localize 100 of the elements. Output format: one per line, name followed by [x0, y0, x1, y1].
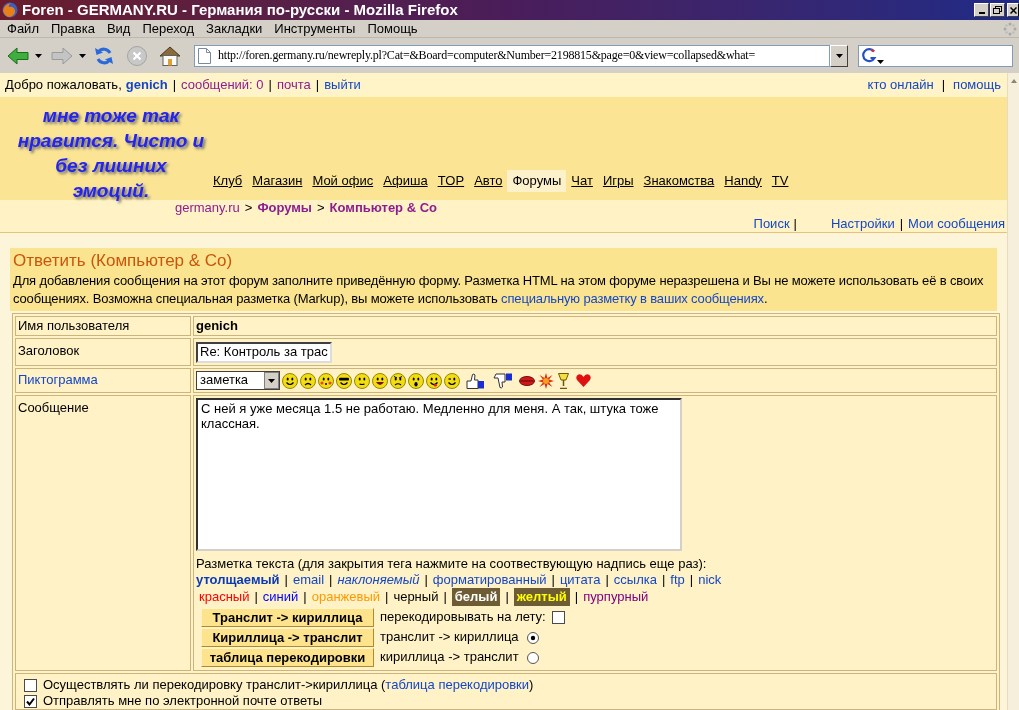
separator: |	[551, 572, 555, 588]
home-icon[interactable]	[159, 45, 181, 66]
angry-face-icon	[390, 372, 406, 389]
back-arrow-icon[interactable]	[7, 45, 29, 66]
menu-item[interactable]: Переход	[136, 19, 201, 38]
close-button[interactable]	[1007, 3, 1019, 17]
search-field[interactable]	[858, 44, 1013, 67]
surprised-face-icon	[408, 372, 424, 389]
markup-tag-link[interactable]: наклоняемый	[337, 572, 420, 588]
nav-tab[interactable]: Чат	[566, 170, 598, 192]
throbber-icon	[1003, 21, 1017, 36]
reload-icon[interactable]	[94, 45, 114, 66]
nav-tab[interactable]: TV	[766, 170, 794, 192]
subject-field[interactable]: Re: Контроль за трас	[196, 341, 332, 363]
blushing-face-icon	[318, 372, 334, 389]
header-link[interactable]: кто онлайн	[867, 76, 934, 94]
restore-button[interactable]	[990, 3, 1005, 17]
nav-tab[interactable]: Знакомства	[638, 170, 720, 192]
caret-icon[interactable]	[35, 53, 42, 58]
markup-tag-link[interactable]: цитата	[559, 572, 601, 588]
translit-table-link[interactable]: таблица перекодировки	[385, 676, 530, 692]
breadcrumb-link[interactable]: germany.ru	[175, 200, 240, 217]
user-link[interactable]: почта	[276, 76, 311, 94]
goblet-icon	[558, 372, 569, 389]
smiley-icon	[354, 372, 370, 389]
nav-tab[interactable]: Форумы	[507, 170, 567, 192]
separator: |	[899, 216, 904, 233]
tool-link[interactable]: Настройки	[830, 216, 895, 233]
nav-tab[interactable]: Клуб	[208, 170, 248, 192]
user-link[interactable]: выйти	[324, 76, 361, 94]
menu-item[interactable]: Закладки	[200, 19, 269, 38]
color-tag-link[interactable]: желтый	[516, 589, 567, 604]
checkbox[interactable]	[24, 678, 37, 692]
nav-tab[interactable]: Магазин	[247, 170, 308, 192]
color-tag-link[interactable]: синий	[262, 589, 299, 605]
tool-link[interactable]: Мои сообщения	[908, 216, 1005, 233]
translit-button[interactable]: таблица перекодировки	[201, 648, 374, 667]
breadcrumb-link[interactable]: Форумы	[257, 200, 312, 217]
color-tag-link[interactable]: пурпурный	[583, 589, 649, 605]
checkbox[interactable]	[551, 611, 565, 624]
markup-tag-link[interactable]: nick	[698, 572, 722, 588]
user-link[interactable]: genich	[125, 76, 168, 94]
radio-button[interactable]	[526, 631, 539, 644]
markup-tag-link[interactable]: форматированный	[432, 572, 547, 588]
sunglasses-face-icon	[336, 372, 352, 389]
minimize-button[interactable]	[974, 3, 989, 17]
form-title: Ответить (Компьютер & Co)	[13, 250, 234, 272]
user-link[interactable]: сообщений: 0	[181, 76, 264, 94]
markup-tag-link[interactable]: утолщаемый	[196, 572, 280, 588]
nav-tab[interactable]: Игры	[597, 170, 639, 192]
menu-item[interactable]: Помощь	[361, 19, 424, 38]
separator: |	[443, 589, 447, 605]
icon-select[interactable]: заметка	[196, 371, 280, 390]
scroll-up-icon[interactable]	[1010, 79, 1017, 83]
menu-item[interactable]: Правка	[44, 19, 101, 38]
checkbox[interactable]	[24, 694, 37, 708]
scrollbar[interactable]	[1007, 73, 1019, 710]
search-engine-icon[interactable]	[862, 47, 884, 64]
caret-icon[interactable]	[79, 53, 86, 58]
nav-tab[interactable]: Handy	[719, 170, 767, 192]
breadcrumb-link[interactable]: Компьютер & Co	[329, 200, 437, 217]
color-tag-link[interactable]: белый	[454, 589, 498, 604]
separator: |	[605, 572, 609, 588]
menu-item[interactable]: Инструменты	[268, 19, 362, 38]
option-text: Осуществлять ли перекодировку транслит->кириллица (таблица перекодировки)	[43, 676, 534, 694]
markup-tag-link[interactable]: email	[293, 572, 325, 588]
separator: |	[172, 76, 177, 94]
color-tag-link[interactable]: красный	[199, 589, 250, 605]
markup-help-link[interactable]: специальную разметку в ваших сообщениях	[501, 291, 764, 306]
separator: |	[424, 572, 428, 588]
color-tag-link[interactable]: черный	[393, 589, 439, 605]
menu-item[interactable]: Вид	[100, 19, 137, 38]
username-value: genich	[196, 317, 238, 333]
field-label: Заголовок	[18, 343, 80, 358]
field-label: Имя пользователя	[18, 317, 130, 333]
menu-item[interactable]: Файл	[1, 19, 45, 38]
markup-tag-link[interactable]: ftp	[670, 572, 685, 588]
separator: |	[303, 589, 307, 605]
smiley-icon	[282, 372, 298, 389]
page-icon	[198, 47, 211, 64]
option-text: Отправлять мне по электронной почте ответы	[43, 692, 322, 710]
header-link[interactable]: помощь	[953, 76, 1001, 94]
thumbs-down-icon	[493, 372, 513, 389]
splat-icon	[538, 372, 554, 389]
nav-tab[interactable]: Мой офис	[307, 170, 379, 192]
translit-button[interactable]: Кириллица -> транслит	[201, 628, 374, 647]
message-field[interactable]: С ней я уже месяца 1.5 не работаю. Медленно для меня. А так, штука тоже классная.	[196, 398, 682, 551]
history-dropdown-button[interactable]	[830, 44, 848, 67]
nav-tab[interactable]: TOP	[432, 170, 470, 192]
nav-tab[interactable]: Авто	[469, 170, 508, 192]
nav-tab[interactable]: Афиша	[378, 170, 433, 192]
url-field[interactable]: http://foren.germany.ru/newreply.pl?Cat=&Board=computer&Number=2198815&page=0&view=collapsed&what=	[194, 44, 830, 67]
intro-text: Для добавления сообщения на этот форум заполните приведённую форму. Разметка HTML на этом форуме неразрешена и Вы не можете использовать её в своих сообщениях. Возможна специальная разметка (Markup), вы можете использовать специальную разметку в ваших сообщениях.	[13, 272, 985, 308]
caret-icon	[835, 53, 843, 58]
separator: |	[329, 572, 333, 588]
translit-button[interactable]: Транслит -> кириллица	[201, 608, 374, 627]
markup-tag-link[interactable]: ссылка	[613, 572, 657, 588]
tool-link[interactable]: Поиск	[753, 216, 790, 233]
restore-icon	[993, 6, 1002, 14]
radio-button[interactable]	[526, 651, 539, 664]
